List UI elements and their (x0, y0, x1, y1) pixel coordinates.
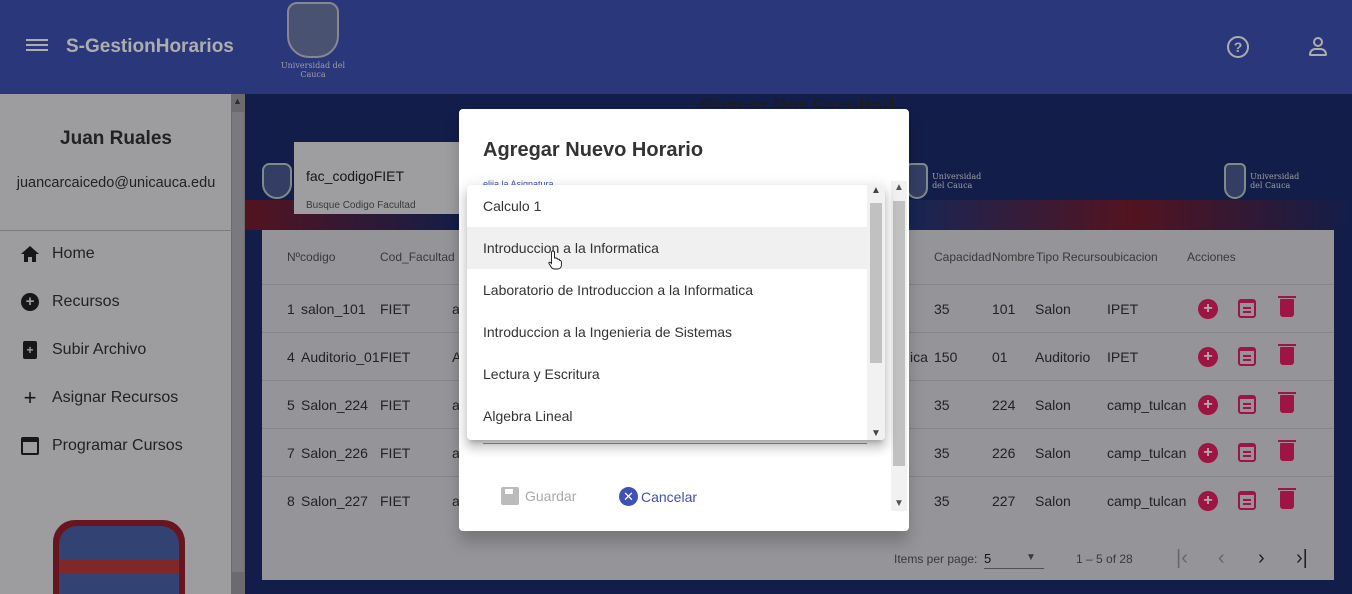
save-button-label: Guardar (525, 488, 577, 504)
field-underline (483, 443, 867, 444)
save-button[interactable]: Guardar (501, 487, 576, 505)
save-icon (501, 487, 519, 505)
hand-cursor-icon (548, 250, 562, 270)
dropdown-option[interactable]: Introduccion a la Ingenieria de Sistemas (467, 311, 867, 353)
dropdown-option[interactable]: Lectura y Escritura (467, 353, 867, 395)
cancel-button-label: Cancelar (641, 488, 698, 505)
dialog-title: Agregar Nuevo Horario (483, 139, 704, 161)
dropdown-scrollbar[interactable]: ▲ ▼ (867, 185, 885, 440)
dialog-scrollbar[interactable]: ▲ ▼ (891, 181, 907, 511)
dropdown-option[interactable]: Calculo 1 (467, 185, 867, 227)
cancel-button[interactable]: ✕ Cancelar (619, 487, 697, 506)
subject-dropdown-panel: Calculo 1 Introduccion a la Informatica … (467, 185, 885, 440)
cancel-icon: ✕ (619, 487, 638, 506)
dropdown-option[interactable]: Introduccion a la Informatica (467, 227, 867, 269)
dropdown-option[interactable]: Algebra Lineal (467, 395, 867, 437)
dropdown-option[interactable]: Laboratorio de Introduccion a la Informa… (467, 269, 867, 311)
